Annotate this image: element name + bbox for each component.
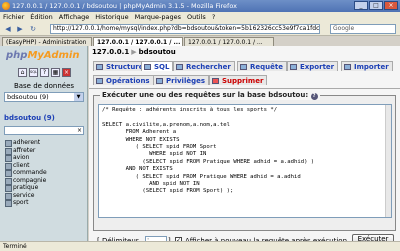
- sql-tab-icon: [144, 64, 151, 70]
- database-select[interactable]: bdsoutou (9) ▼: [4, 92, 84, 102]
- help-icon[interactable]: ?: [310, 93, 318, 100]
- minimize-button[interactable]: _: [354, 1, 368, 10]
- browser-tab-phpmyadmin-active[interactable]: 127.0.0.1 / 127.0.0.1 / ...: [93, 37, 183, 46]
- browser-tab-bar: (EasyPHP) - Administration 127.0.0.1 / 1…: [0, 36, 400, 46]
- table-item-avion[interactable]: avion: [4, 154, 84, 162]
- privileges-icon: [156, 78, 163, 84]
- tab-operations-label: Opérations: [106, 77, 150, 85]
- sql-text: /* Requête : adhérents inscrits à tous l…: [102, 107, 315, 195]
- table-item-compagnie[interactable]: compagnie: [4, 177, 84, 184]
- tab-sql-label: SQL: [154, 63, 170, 71]
- home-icon[interactable]: ⌂: [18, 68, 27, 77]
- tab-exporter[interactable]: Exporter: [287, 61, 339, 71]
- help-icon[interactable]: ?: [40, 68, 49, 77]
- chevron-down-icon: ▼: [74, 93, 83, 101]
- tab-rechercher[interactable]: Rechercher: [173, 61, 235, 71]
- browser-tab-easyphp[interactable]: (EasyPHP) - Administration: [2, 37, 92, 46]
- menu-edition[interactable]: Édition: [30, 12, 53, 22]
- table-item-client[interactable]: client: [4, 162, 84, 169]
- structure-icon: [96, 64, 103, 70]
- tab-requete-label: Requête: [250, 63, 283, 71]
- tab-exporter-label: Exporter: [300, 63, 335, 71]
- logo-myadmin: MyAdmin: [27, 50, 80, 61]
- table-item-adherent[interactable]: adherent: [4, 139, 84, 147]
- forward-icon[interactable]: ▶: [15, 24, 25, 34]
- tab-importer-label: Importer: [354, 63, 389, 71]
- sql-icon[interactable]: SQL: [29, 68, 38, 77]
- table-item-pratique[interactable]: pratique: [4, 184, 84, 192]
- window-title: 127.0.0.1 / 127.0.0.1 / bdsoutou | phpMy…: [12, 2, 237, 10]
- sql-query-fieldset: Exécuter une ou des requêtes sur la base…: [93, 91, 396, 231]
- database-link[interactable]: bdsoutou (9): [4, 114, 55, 122]
- status-bar: Terminé: [0, 241, 400, 251]
- tab-requete[interactable]: Requête: [237, 61, 287, 71]
- table-item-affreter[interactable]: affreter: [4, 147, 84, 154]
- logout-icon[interactable]: ×: [62, 68, 71, 77]
- tab-supprimer[interactable]: Supprimer: [209, 75, 268, 85]
- tab-operations[interactable]: Opérations: [93, 75, 154, 85]
- table-list: adherent affreter avion client commande …: [4, 139, 84, 207]
- sidebar: phpMyAdmin ⌂ SQL ? ▦ × Base de données b…: [0, 46, 88, 241]
- docs-icon[interactable]: ▦: [51, 68, 60, 77]
- navigation-bar: ◀ ▶ ↻ http://127.0.0.1/home/mysql/index.…: [0, 22, 400, 36]
- menu-outils[interactable]: Outils: [187, 12, 206, 22]
- search-icon: [176, 64, 183, 70]
- tab-importer[interactable]: Importer: [341, 61, 393, 71]
- breadcrumb-server[interactable]: 127.0.0.1: [92, 48, 129, 56]
- window-controls: _ □ ×: [354, 1, 398, 10]
- clear-filter-icon[interactable]: ×: [77, 127, 82, 134]
- quick-icons: ⌂ SQL ? ▦ ×: [18, 68, 71, 77]
- breadcrumb-separator: ▶: [131, 48, 137, 56]
- table-filter-input[interactable]: ×: [4, 126, 84, 135]
- tab-sql[interactable]: SQL: [141, 61, 174, 71]
- import-icon: [344, 64, 351, 70]
- browser-tab-phpmyadmin[interactable]: 127.0.0.1 / 127.0.0.1 / ...: [184, 37, 274, 46]
- menu-marque-pages[interactable]: Marque-pages: [135, 12, 181, 22]
- textarea-scrollbar[interactable]: [385, 105, 391, 217]
- menu-bar: Fichier Édition Affichage Historique Mar…: [0, 12, 400, 22]
- table-item-sport[interactable]: sport: [4, 199, 84, 207]
- phpmyadmin-logo[interactable]: phpMyAdmin: [6, 50, 79, 61]
- database-label: Base de données: [13, 82, 75, 90]
- logo-php: php: [6, 50, 28, 61]
- query-icon: [240, 64, 247, 70]
- tab-divider: [89, 88, 400, 89]
- main-content: 127.0.0.1 ▶ bdsoutou Structure SQL Recherc…: [89, 46, 400, 245]
- reload-icon[interactable]: ↻: [28, 24, 38, 34]
- breadcrumb: 127.0.0.1 ▶ bdsoutou: [92, 48, 176, 56]
- tab-rechercher-label: Rechercher: [186, 63, 231, 71]
- close-button[interactable]: ×: [384, 1, 398, 10]
- export-icon: [290, 64, 297, 70]
- operations-icon: [96, 78, 103, 84]
- sql-textarea[interactable]: /* Requête : adhérents inscrits à tous l…: [98, 104, 392, 218]
- menu-historique[interactable]: Historique: [95, 12, 128, 22]
- sql-legend-text: Exécuter une ou des requêtes sur la base…: [102, 91, 309, 99]
- tab-privileges-label: Privilèges: [166, 77, 206, 85]
- back-icon[interactable]: ◀: [3, 24, 13, 34]
- url-input[interactable]: http://127.0.0.1/home/mysql/index.php?db…: [50, 24, 320, 34]
- database-select-value: bdsoutou (9): [7, 93, 49, 101]
- firefox-icon: [2, 2, 10, 10]
- table-item-service[interactable]: service: [4, 192, 84, 199]
- search-input[interactable]: Google: [330, 24, 396, 34]
- menu-affichage[interactable]: Affichage: [59, 12, 90, 22]
- table-item-commande[interactable]: commande: [4, 169, 84, 177]
- tab-structure-label: Structure: [106, 63, 144, 71]
- menu-fichier[interactable]: Fichier: [3, 12, 24, 22]
- breadcrumb-database[interactable]: bdsoutou: [139, 48, 176, 56]
- window-titlebar: 127.0.0.1 / 127.0.0.1 / bdsoutou | phpMy…: [0, 0, 400, 12]
- menu-help[interactable]: ?: [212, 12, 215, 22]
- tab-supprimer-label: Supprimer: [222, 77, 264, 85]
- tab-structure[interactable]: Structure: [93, 61, 148, 71]
- sql-legend: Exécuter une ou des requêtes sur la base…: [100, 91, 320, 100]
- delete-icon: [212, 78, 219, 84]
- tab-privileges[interactable]: Privilèges: [153, 75, 210, 85]
- maximize-button[interactable]: □: [369, 1, 383, 10]
